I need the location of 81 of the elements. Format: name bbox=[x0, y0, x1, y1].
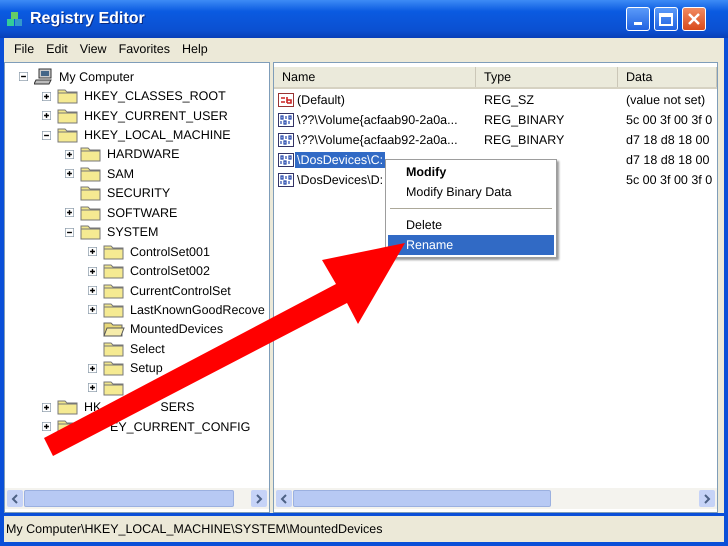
maximize-button[interactable] bbox=[654, 7, 678, 31]
binary-value-icon bbox=[278, 132, 294, 148]
expand-box-icon[interactable] bbox=[65, 208, 74, 218]
tree-item[interactable]: MountedDevices bbox=[130, 322, 224, 336]
value-name[interactable]: \??\Volume{acfaab92-2a0a... bbox=[295, 132, 460, 148]
horizontal-scrollbar[interactable] bbox=[5, 488, 269, 509]
binary-value-icon bbox=[278, 112, 294, 128]
string-value-icon bbox=[278, 92, 294, 108]
column-header[interactable]: Type bbox=[476, 67, 618, 87]
close-button[interactable] bbox=[682, 7, 706, 31]
close-icon bbox=[688, 13, 700, 25]
tree-item[interactable]: HKEY_CURRENT_USER bbox=[84, 108, 228, 123]
value-data: (value not set) bbox=[626, 93, 706, 107]
expand-box-icon[interactable] bbox=[88, 305, 97, 314]
value-name[interactable]: \??\Volume{acfaab90-2a0a... bbox=[295, 112, 460, 128]
tree-item[interactable]: SOFTWARE bbox=[107, 206, 178, 220]
window-title: Registry Editor bbox=[30, 10, 145, 28]
tree-item[interactable]: Setup bbox=[130, 361, 163, 376]
menu-item[interactable]: Favorites bbox=[112, 42, 176, 56]
menu-item[interactable]: Edit bbox=[40, 42, 74, 56]
collapse-box-icon[interactable] bbox=[65, 228, 74, 237]
scroll-thumb[interactable] bbox=[293, 490, 551, 507]
minimize-icon bbox=[634, 22, 642, 24]
column-header[interactable]: Name bbox=[274, 67, 476, 87]
tree-item[interactable]: LastKnownGoodRecove bbox=[130, 302, 265, 317]
value-type: REG_BINARY bbox=[484, 113, 564, 127]
expand-box-icon[interactable] bbox=[42, 402, 51, 412]
menu-item[interactable]: View bbox=[74, 42, 113, 56]
value-data: d7 18 d8 18 00 bbox=[626, 153, 710, 167]
tree-item[interactable]: Select bbox=[130, 342, 165, 356]
horizontal-scrollbar[interactable] bbox=[274, 488, 717, 509]
value-name[interactable]: (Default) bbox=[295, 92, 347, 108]
context-menu-item[interactable]: Delete bbox=[388, 215, 554, 235]
expand-box-icon[interactable] bbox=[88, 364, 97, 373]
scroll-left-icon[interactable] bbox=[7, 490, 23, 507]
registry-cubes-icon bbox=[6, 10, 24, 28]
status-path: My Computer\HKEY_LOCAL_MACHINE\SYSTEM\MountedDevices bbox=[6, 522, 383, 536]
tree-item[interactable]: SYSTEM bbox=[107, 225, 158, 240]
menu-item[interactable]: File bbox=[8, 42, 40, 56]
expand-box-icon[interactable] bbox=[88, 383, 97, 392]
collapse-box-icon[interactable] bbox=[19, 72, 28, 82]
value-name[interactable]: \DosDevices\C: bbox=[295, 152, 386, 168]
scroll-right-icon[interactable] bbox=[251, 490, 267, 507]
menu-item[interactable]: Help bbox=[176, 42, 214, 56]
expand-box-icon[interactable] bbox=[88, 286, 97, 296]
context-menu-item[interactable]: Modify Binary Data bbox=[388, 182, 554, 202]
maximize-icon bbox=[659, 12, 673, 26]
tree-item[interactable]: EY_CURRENT_CONFIG bbox=[110, 420, 250, 434]
expand-box-icon[interactable] bbox=[88, 247, 97, 256]
column-header[interactable]: Data bbox=[618, 67, 717, 87]
value-data: d7 18 d8 18 00 bbox=[626, 133, 710, 147]
scroll-thumb[interactable] bbox=[24, 490, 234, 507]
context-menu-item[interactable]: Rename bbox=[388, 235, 554, 255]
tree-item[interactable]: ControlSet002 bbox=[130, 264, 210, 278]
expand-box-icon[interactable] bbox=[88, 266, 97, 276]
tree-item[interactable]: SECURITY bbox=[107, 186, 170, 200]
binary-value-icon bbox=[278, 152, 294, 168]
expand-box-icon[interactable] bbox=[65, 169, 74, 178]
minimize-button[interactable] bbox=[626, 7, 650, 31]
expand-box-icon[interactable] bbox=[65, 150, 74, 159]
expand-box-icon[interactable] bbox=[42, 422, 51, 432]
value-data: 5c 00 3f 00 3f 0 bbox=[626, 173, 712, 187]
value-name[interactable]: \DosDevices\D: bbox=[295, 172, 386, 188]
tree-item[interactable]: HKEY_LOCAL_MACHINE bbox=[84, 128, 231, 142]
value-type: REG_BINARY bbox=[484, 133, 564, 147]
scroll-right-icon[interactable] bbox=[699, 490, 715, 507]
value-type: REG_SZ bbox=[484, 93, 534, 107]
tree-item[interactable]: HKEY_CLASSES_ROOT bbox=[84, 89, 226, 104]
tree-item[interactable]: SAM bbox=[107, 166, 134, 181]
tree-item[interactable]: My Computer bbox=[59, 70, 134, 84]
value-data: 5c 00 3f 00 3f 0 bbox=[626, 113, 712, 127]
tree-item[interactable]: HARDWARE bbox=[107, 147, 180, 162]
tree-item-text: SERS bbox=[160, 400, 194, 414]
tree-item[interactable]: CurrentControlSet bbox=[130, 284, 231, 298]
collapse-box-icon[interactable] bbox=[42, 130, 51, 140]
expand-box-icon[interactable] bbox=[42, 111, 51, 120]
binary-value-icon bbox=[278, 172, 294, 188]
expand-box-icon[interactable] bbox=[42, 92, 51, 101]
context-menu-item[interactable]: Modify bbox=[388, 162, 554, 182]
tree-item[interactable]: ControlSet001 bbox=[130, 244, 210, 259]
scroll-left-icon[interactable] bbox=[276, 490, 292, 507]
